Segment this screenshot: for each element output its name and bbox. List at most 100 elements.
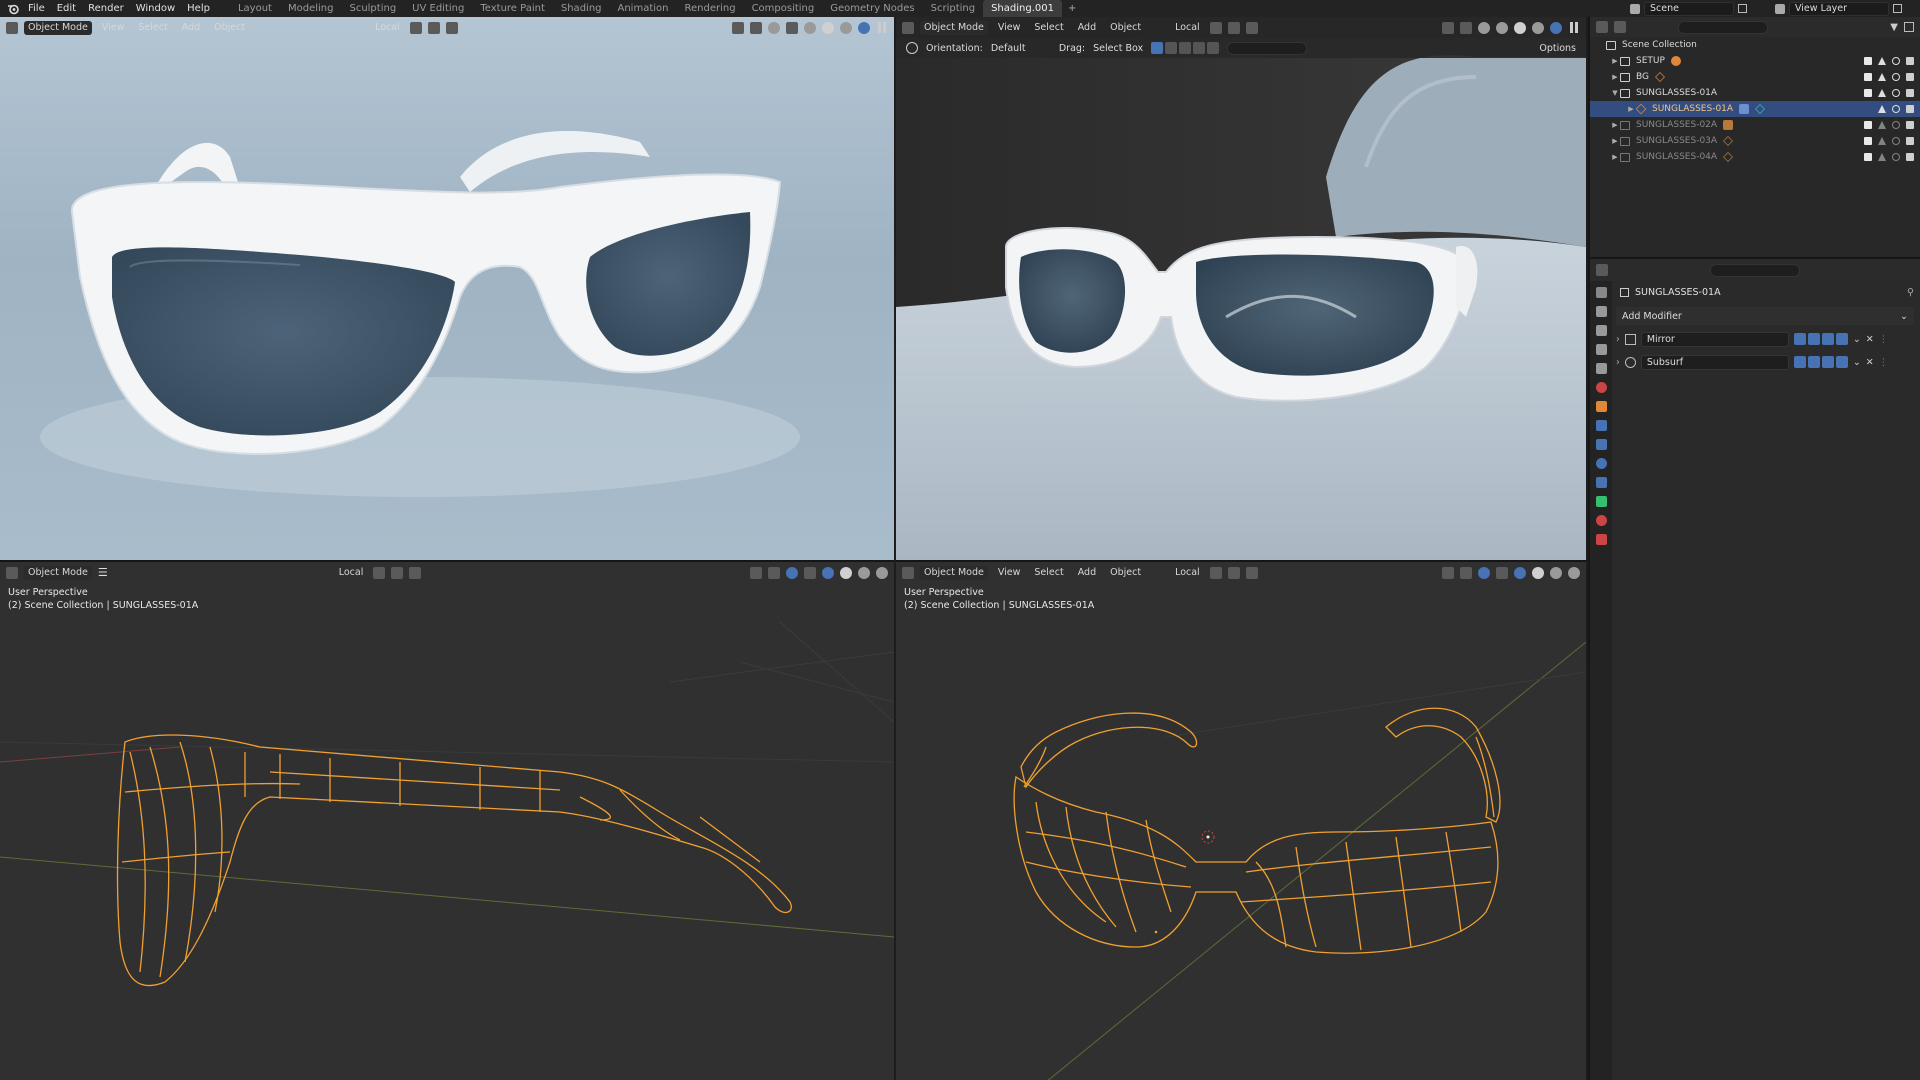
shading-material-icon[interactable] — [1532, 21, 1544, 34]
render-camera-icon[interactable] — [1906, 57, 1914, 65]
editor-type-icon[interactable] — [902, 566, 914, 579]
eye-hidden-icon[interactable] — [1892, 153, 1900, 161]
outliner-row-sunglasses-03a[interactable]: ▶ SUNGLASSES-03A — [1590, 133, 1920, 149]
render-camera-icon[interactable] — [1906, 153, 1914, 161]
pause-render-icon[interactable] — [876, 21, 888, 34]
shading-wireframe-icon[interactable] — [1496, 21, 1508, 34]
tab-uv-editing[interactable]: UV Editing — [404, 0, 472, 17]
drag-dropdown[interactable]: Select Box — [1093, 43, 1143, 54]
hamburger-menu-icon[interactable]: ☰ — [98, 566, 108, 579]
menu-object[interactable]: Object — [1106, 566, 1145, 580]
chevron-down-icon[interactable]: ⌄ — [1853, 334, 1861, 345]
selectable-icon[interactable] — [1878, 89, 1886, 97]
modifier-tab-icon[interactable] — [1595, 420, 1607, 431]
selectable-icon[interactable] — [1878, 121, 1886, 129]
outliner-row-sunglasses-01a-collection[interactable]: ▼ SUNGLASSES-01A — [1590, 85, 1920, 101]
menu-view[interactable]: View — [994, 566, 1025, 580]
gizmo-icon[interactable] — [750, 21, 762, 34]
visibility-icon[interactable] — [732, 21, 744, 34]
expand-arrow-icon[interactable]: ▶ — [1610, 73, 1620, 81]
pivot-icon[interactable] — [1209, 21, 1222, 34]
eye-icon[interactable] — [1892, 105, 1900, 113]
menu-help[interactable]: Help — [181, 0, 216, 17]
new-view-layer-icon[interactable] — [1893, 4, 1902, 13]
tab-scripting[interactable]: Scripting — [923, 0, 983, 17]
visibility-icon[interactable] — [750, 566, 762, 579]
selectable-icon[interactable] — [1878, 73, 1886, 81]
editor-type-icon[interactable] — [902, 21, 914, 34]
xray-icon[interactable] — [1496, 566, 1508, 579]
properties-search-field[interactable] — [1710, 263, 1800, 277]
chevron-down-icon[interactable]: ⌄ — [1853, 357, 1861, 368]
options-dropdown[interactable]: Options — [1539, 43, 1576, 54]
menu-add[interactable]: Add — [178, 21, 204, 35]
gizmo-icon[interactable] — [1460, 566, 1472, 579]
outliner-search-field[interactable] — [1678, 20, 1768, 34]
collapse-arrow-icon[interactable]: ▼ — [1610, 89, 1620, 97]
menu-select[interactable]: Select — [134, 21, 171, 35]
outliner-row-setup[interactable]: ▶ SETUP — [1590, 53, 1920, 69]
close-icon[interactable]: ✕ — [1866, 334, 1874, 345]
transform-orientation-dropdown[interactable]: Local — [1171, 21, 1204, 35]
orientation-dropdown[interactable]: Default — [991, 43, 1051, 54]
overlay-icon[interactable] — [1478, 566, 1490, 579]
shading-solid-icon[interactable] — [840, 566, 852, 579]
tab-shading[interactable]: Shading — [553, 0, 610, 17]
modifier-row-subsurf[interactable]: › Subsurf ⌄ ✕ ⋮ — [1616, 353, 1914, 371]
xray-icon[interactable] — [786, 21, 798, 34]
snap-icon[interactable] — [391, 566, 404, 579]
eye-hidden-icon[interactable] — [1892, 137, 1900, 145]
outliner-row-sunglasses-02a[interactable]: ▶ SUNGLASSES-02A — [1590, 117, 1920, 133]
expand-arrow-icon[interactable]: ▶ — [1610, 153, 1620, 161]
modifier-row-mirror[interactable]: › Mirror ⌄ ✕ ⋮ — [1616, 330, 1914, 348]
mode-dropdown[interactable]: Object Mode — [920, 565, 988, 580]
render-camera-icon[interactable] — [1906, 105, 1914, 113]
tool-tab-icon[interactable] — [1595, 287, 1607, 298]
snap-icon[interactable] — [427, 21, 440, 34]
gizmo-icon[interactable] — [1460, 21, 1472, 34]
eye-icon[interactable] — [1892, 57, 1900, 65]
outliner-row-sunglasses-01a-object[interactable]: ▶ SUNGLASSES-01A — [1590, 101, 1920, 117]
physics-tab-icon[interactable] — [1595, 458, 1607, 469]
pivot-icon[interactable] — [373, 566, 386, 579]
shading-rendered-icon[interactable] — [1568, 566, 1580, 579]
tab-texture-paint[interactable]: Texture Paint — [472, 0, 553, 17]
menu-file[interactable]: File — [22, 0, 51, 17]
outliner-root[interactable]: Scene Collection — [1590, 37, 1920, 53]
visibility-icon[interactable] — [1442, 566, 1454, 579]
view-layer-field[interactable]: View Layer — [1789, 1, 1889, 16]
tool-icon[interactable] — [906, 42, 918, 54]
modifier-name-field[interactable]: Mirror — [1640, 331, 1789, 347]
close-icon[interactable]: ✕ — [1866, 357, 1874, 368]
selectable-icon[interactable] — [1878, 137, 1886, 145]
render-camera-icon[interactable] — [1906, 137, 1914, 145]
menu-object[interactable]: Object — [210, 21, 249, 35]
shading-solid-icon[interactable] — [822, 21, 834, 34]
modifier-toggle-icons[interactable] — [1793, 356, 1848, 368]
mode-dropdown[interactable]: Object Mode — [920, 20, 988, 35]
shading-rendered-icon[interactable] — [1550, 21, 1562, 34]
tab-modeling[interactable]: Modeling — [280, 0, 342, 17]
overlay-icon[interactable] — [1478, 21, 1490, 34]
transform-orientation-dropdown[interactable]: Local — [371, 21, 404, 35]
shading-material-icon[interactable] — [1550, 566, 1562, 579]
menu-window[interactable]: Window — [130, 0, 181, 17]
outliner-row-sunglasses-04a[interactable]: ▶ SUNGLASSES-04A — [1590, 149, 1920, 165]
tab-rendering[interactable]: Rendering — [676, 0, 743, 17]
transform-orientation-dropdown[interactable]: Local — [1171, 566, 1204, 580]
overlay-icon[interactable] — [768, 21, 780, 34]
proportional-edit-icon[interactable] — [1245, 21, 1258, 34]
add-workspace-icon[interactable]: + — [1062, 0, 1082, 17]
visibility-icon[interactable] — [1442, 21, 1454, 34]
constraints-tab-icon[interactable] — [1595, 477, 1607, 488]
scene-name-field[interactable]: Scene — [1644, 1, 1734, 16]
selectable-icon[interactable] — [1878, 57, 1886, 65]
blender-logo-icon[interactable] — [4, 0, 22, 17]
eye-icon[interactable] — [1892, 89, 1900, 97]
shading-wireframe-icon[interactable] — [1514, 566, 1526, 579]
menu-object[interactable]: Object — [1106, 21, 1145, 35]
modifier-toggle-icons[interactable] — [1793, 333, 1848, 345]
proportional-edit-icon[interactable] — [1245, 566, 1258, 579]
selectable-icon[interactable] — [1878, 105, 1886, 113]
snap-icon[interactable] — [1227, 566, 1240, 579]
